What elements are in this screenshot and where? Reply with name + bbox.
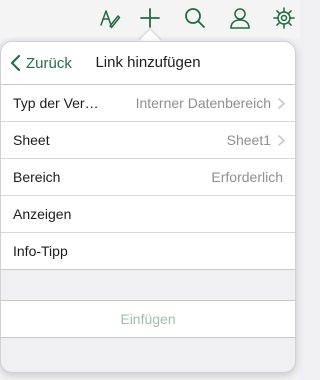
insert-button[interactable]: Einfügen xyxy=(1,301,295,338)
back-button-label: Zurück xyxy=(26,54,72,72)
row-link-type[interactable]: Typ der Ver… Interner Datenbereich xyxy=(1,85,295,122)
row-display-text[interactable]: Anzeigen xyxy=(1,196,295,233)
row-value: Erforderlich xyxy=(211,169,283,185)
row-range[interactable]: Bereich Erforderlich xyxy=(1,159,295,196)
back-button[interactable]: Zurück xyxy=(9,42,72,84)
draw-pen-icon[interactable] xyxy=(97,6,121,30)
row-value: Interner Datenbereich xyxy=(135,95,271,111)
row-label: Typ der Ver… xyxy=(13,95,99,111)
row-value: Sheet1 xyxy=(226,132,271,148)
row-tooltip[interactable]: Info-Tipp xyxy=(1,233,295,270)
row-label: Anzeigen xyxy=(13,206,72,222)
row-label: Info-Tipp xyxy=(13,243,68,259)
background-edge-bottom xyxy=(0,372,300,380)
person-icon[interactable] xyxy=(228,6,252,30)
insert-button-label: Einfügen xyxy=(120,311,176,327)
row-label: Bereich xyxy=(13,169,61,185)
row-sheet[interactable]: Sheet Sheet1 xyxy=(1,122,295,159)
link-popover: Link hinzufügen Zurück Typ der Ver… Inte… xyxy=(0,41,296,373)
section-spacer xyxy=(1,270,295,301)
chevron-right-icon xyxy=(278,135,285,146)
settings-list: Typ der Ver… Interner Datenbereich Sheet… xyxy=(1,85,295,270)
chevron-right-icon xyxy=(278,98,285,109)
search-icon[interactable] xyxy=(183,6,207,30)
add-icon[interactable] xyxy=(138,6,162,30)
gear-icon[interactable] xyxy=(272,6,296,30)
popover-navbar: Link hinzufügen Zurück xyxy=(1,42,295,85)
chevron-left-icon xyxy=(10,54,21,72)
row-label: Sheet xyxy=(13,132,50,148)
